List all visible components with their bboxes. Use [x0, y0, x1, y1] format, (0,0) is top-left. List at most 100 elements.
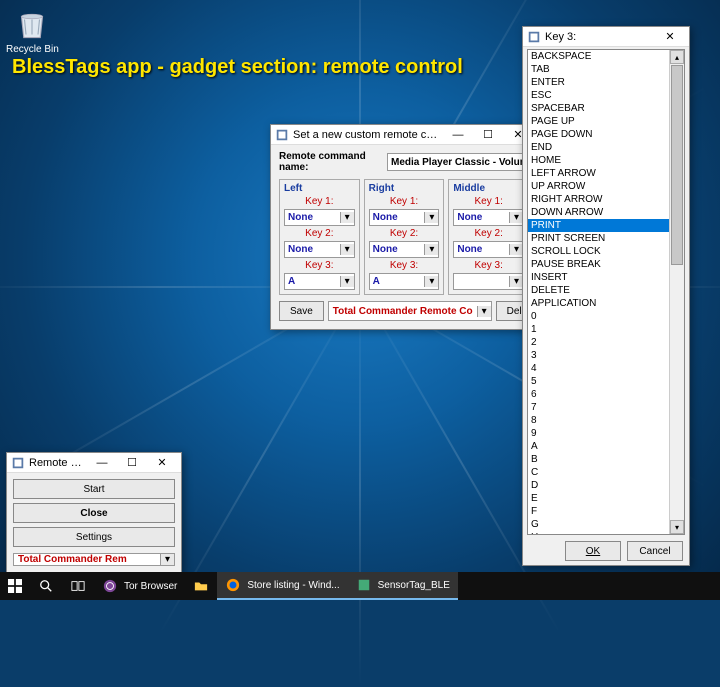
right-key1-select[interactable]: None▾ [369, 209, 440, 226]
app-icon [275, 128, 289, 142]
list-item[interactable]: 2 [528, 336, 669, 349]
chevron-down-icon[interactable]: ▾ [160, 554, 174, 565]
middle-key2-select[interactable]: None▾ [453, 241, 524, 258]
list-item[interactable]: H [528, 531, 669, 534]
close-action-button[interactable]: Close [13, 503, 175, 523]
start-button[interactable]: Start [13, 479, 175, 499]
scroll-thumb[interactable] [671, 65, 683, 265]
key-list[interactable]: BACKSPACETABENTERESCSPACEBARPAGE UPPAGE … [528, 50, 669, 534]
right-key1-label: Key 1: [369, 196, 440, 207]
middle-key3-label: Key 3: [453, 260, 524, 271]
taskbar[interactable]: Tor Browser Store listing - Wind... Sens… [0, 572, 720, 600]
list-item[interactable]: 9 [528, 427, 669, 440]
list-item[interactable]: 0 [528, 310, 669, 323]
list-item[interactable]: PAUSE BREAK [528, 258, 669, 271]
cancel-button[interactable]: Cancel [627, 541, 683, 561]
taskbar-item-explorer[interactable] [185, 572, 217, 600]
list-item[interactable]: 3 [528, 349, 669, 362]
right-key3-select[interactable]: A▾ [369, 273, 440, 290]
search-button[interactable] [30, 572, 62, 600]
list-item[interactable]: SPACEBAR [528, 102, 669, 115]
taskbar-item-tor[interactable]: Tor Browser [94, 572, 185, 600]
middle-key3-select[interactable]: ▾ [453, 273, 524, 290]
list-item[interactable]: SCROLL LOCK [528, 245, 669, 258]
left-key2-select[interactable]: None▾ [284, 241, 355, 258]
chevron-down-icon[interactable]: ▾ [509, 244, 523, 255]
config-window[interactable]: Set a new custom remote command — ☐ ✕ Re… [270, 124, 538, 330]
scroll-up-button[interactable]: ▴ [670, 50, 684, 64]
recycle-bin[interactable]: Recycle Bin [6, 6, 59, 55]
list-item[interactable]: INSERT [528, 271, 669, 284]
list-item[interactable]: 8 [528, 414, 669, 427]
list-item[interactable]: 1 [528, 323, 669, 336]
config-titlebar[interactable]: Set a new custom remote command — ☐ ✕ [271, 125, 537, 145]
list-item[interactable]: PAGE DOWN [528, 128, 669, 141]
middle-key1-select[interactable]: None▾ [453, 209, 524, 226]
list-item[interactable]: C [528, 466, 669, 479]
scrollbar[interactable]: ▴ ▾ [669, 50, 684, 534]
remote-titlebar[interactable]: Remote C... — ☐ ✕ [7, 453, 181, 473]
list-item[interactable]: PRINT [528, 219, 669, 232]
task-view-button[interactable] [62, 572, 94, 600]
taskbar-label: Tor Browser [124, 581, 177, 592]
list-item[interactable]: F [528, 505, 669, 518]
chevron-down-icon[interactable]: ▾ [509, 212, 523, 223]
list-item[interactable]: G [528, 518, 669, 531]
chevron-down-icon[interactable]: ▾ [340, 276, 354, 287]
list-item[interactable]: APPLICATION [528, 297, 669, 310]
chevron-down-icon[interactable]: ▾ [340, 244, 354, 255]
close-button[interactable]: ✕ [655, 28, 685, 46]
minimize-button[interactable]: — [443, 126, 473, 144]
remote-window[interactable]: Remote C... — ☐ ✕ Start Close Settings T… [6, 452, 182, 573]
key-titlebar[interactable]: Key 3: ✕ [523, 27, 689, 47]
list-item[interactable]: D [528, 479, 669, 492]
name-input[interactable] [387, 153, 529, 171]
list-item[interactable]: UP ARROW [528, 180, 669, 193]
list-item[interactable]: 4 [528, 362, 669, 375]
list-item[interactable]: RIGHT ARROW [528, 193, 669, 206]
left-key3-select[interactable]: A▾ [284, 273, 355, 290]
app-icon [356, 577, 372, 593]
save-button[interactable]: Save [279, 301, 324, 321]
taskbar-item-sensortag[interactable]: SensorTag_BLE [348, 572, 458, 600]
scroll-down-button[interactable]: ▾ [670, 520, 684, 534]
list-item[interactable]: PAGE UP [528, 115, 669, 128]
list-item[interactable]: TAB [528, 63, 669, 76]
maximize-button[interactable]: ☐ [473, 126, 503, 144]
list-item[interactable]: PRINT SCREEN [528, 232, 669, 245]
list-item[interactable]: BACKSPACE [528, 50, 669, 63]
remote-preset-combo[interactable]: Total Commander Rem▾ [13, 553, 175, 566]
list-item[interactable]: 6 [528, 388, 669, 401]
list-item[interactable]: END [528, 141, 669, 154]
list-item[interactable]: HOME [528, 154, 669, 167]
taskbar-item-store[interactable]: Store listing - Wind... [217, 572, 347, 600]
list-item[interactable]: 7 [528, 401, 669, 414]
chevron-down-icon[interactable]: ▾ [340, 212, 354, 223]
start-button[interactable] [0, 572, 30, 600]
list-item[interactable]: ENTER [528, 76, 669, 89]
right-key2-label: Key 2: [369, 228, 440, 239]
right-key2-select[interactable]: None▾ [369, 241, 440, 258]
close-button[interactable]: ✕ [147, 454, 177, 472]
list-item[interactable]: DELETE [528, 284, 669, 297]
list-item[interactable]: E [528, 492, 669, 505]
headline-text: BlessTags app - gadget section: remote c… [12, 56, 463, 79]
ok-button[interactable]: OK [565, 541, 621, 561]
chevron-down-icon[interactable]: ▾ [424, 212, 438, 223]
chevron-down-icon[interactable]: ▾ [477, 306, 491, 317]
maximize-button[interactable]: ☐ [117, 454, 147, 472]
chevron-down-icon[interactable]: ▾ [424, 276, 438, 287]
list-item[interactable]: A [528, 440, 669, 453]
list-item[interactable]: 5 [528, 375, 669, 388]
list-item[interactable]: DOWN ARROW [528, 206, 669, 219]
list-item[interactable]: ESC [528, 89, 669, 102]
minimize-button[interactable]: — [87, 454, 117, 472]
list-item[interactable]: B [528, 453, 669, 466]
preset-combo[interactable]: Total Commander Remote Co▾ [328, 301, 492, 321]
list-item[interactable]: LEFT ARROW [528, 167, 669, 180]
chevron-down-icon[interactable]: ▾ [509, 276, 523, 287]
chevron-down-icon[interactable]: ▾ [424, 244, 438, 255]
left-key1-select[interactable]: None▾ [284, 209, 355, 226]
settings-button[interactable]: Settings [13, 527, 175, 547]
key-picker-window[interactable]: Key 3: ✕ BACKSPACETABENTERESCSPACEBARPAG… [522, 26, 690, 566]
